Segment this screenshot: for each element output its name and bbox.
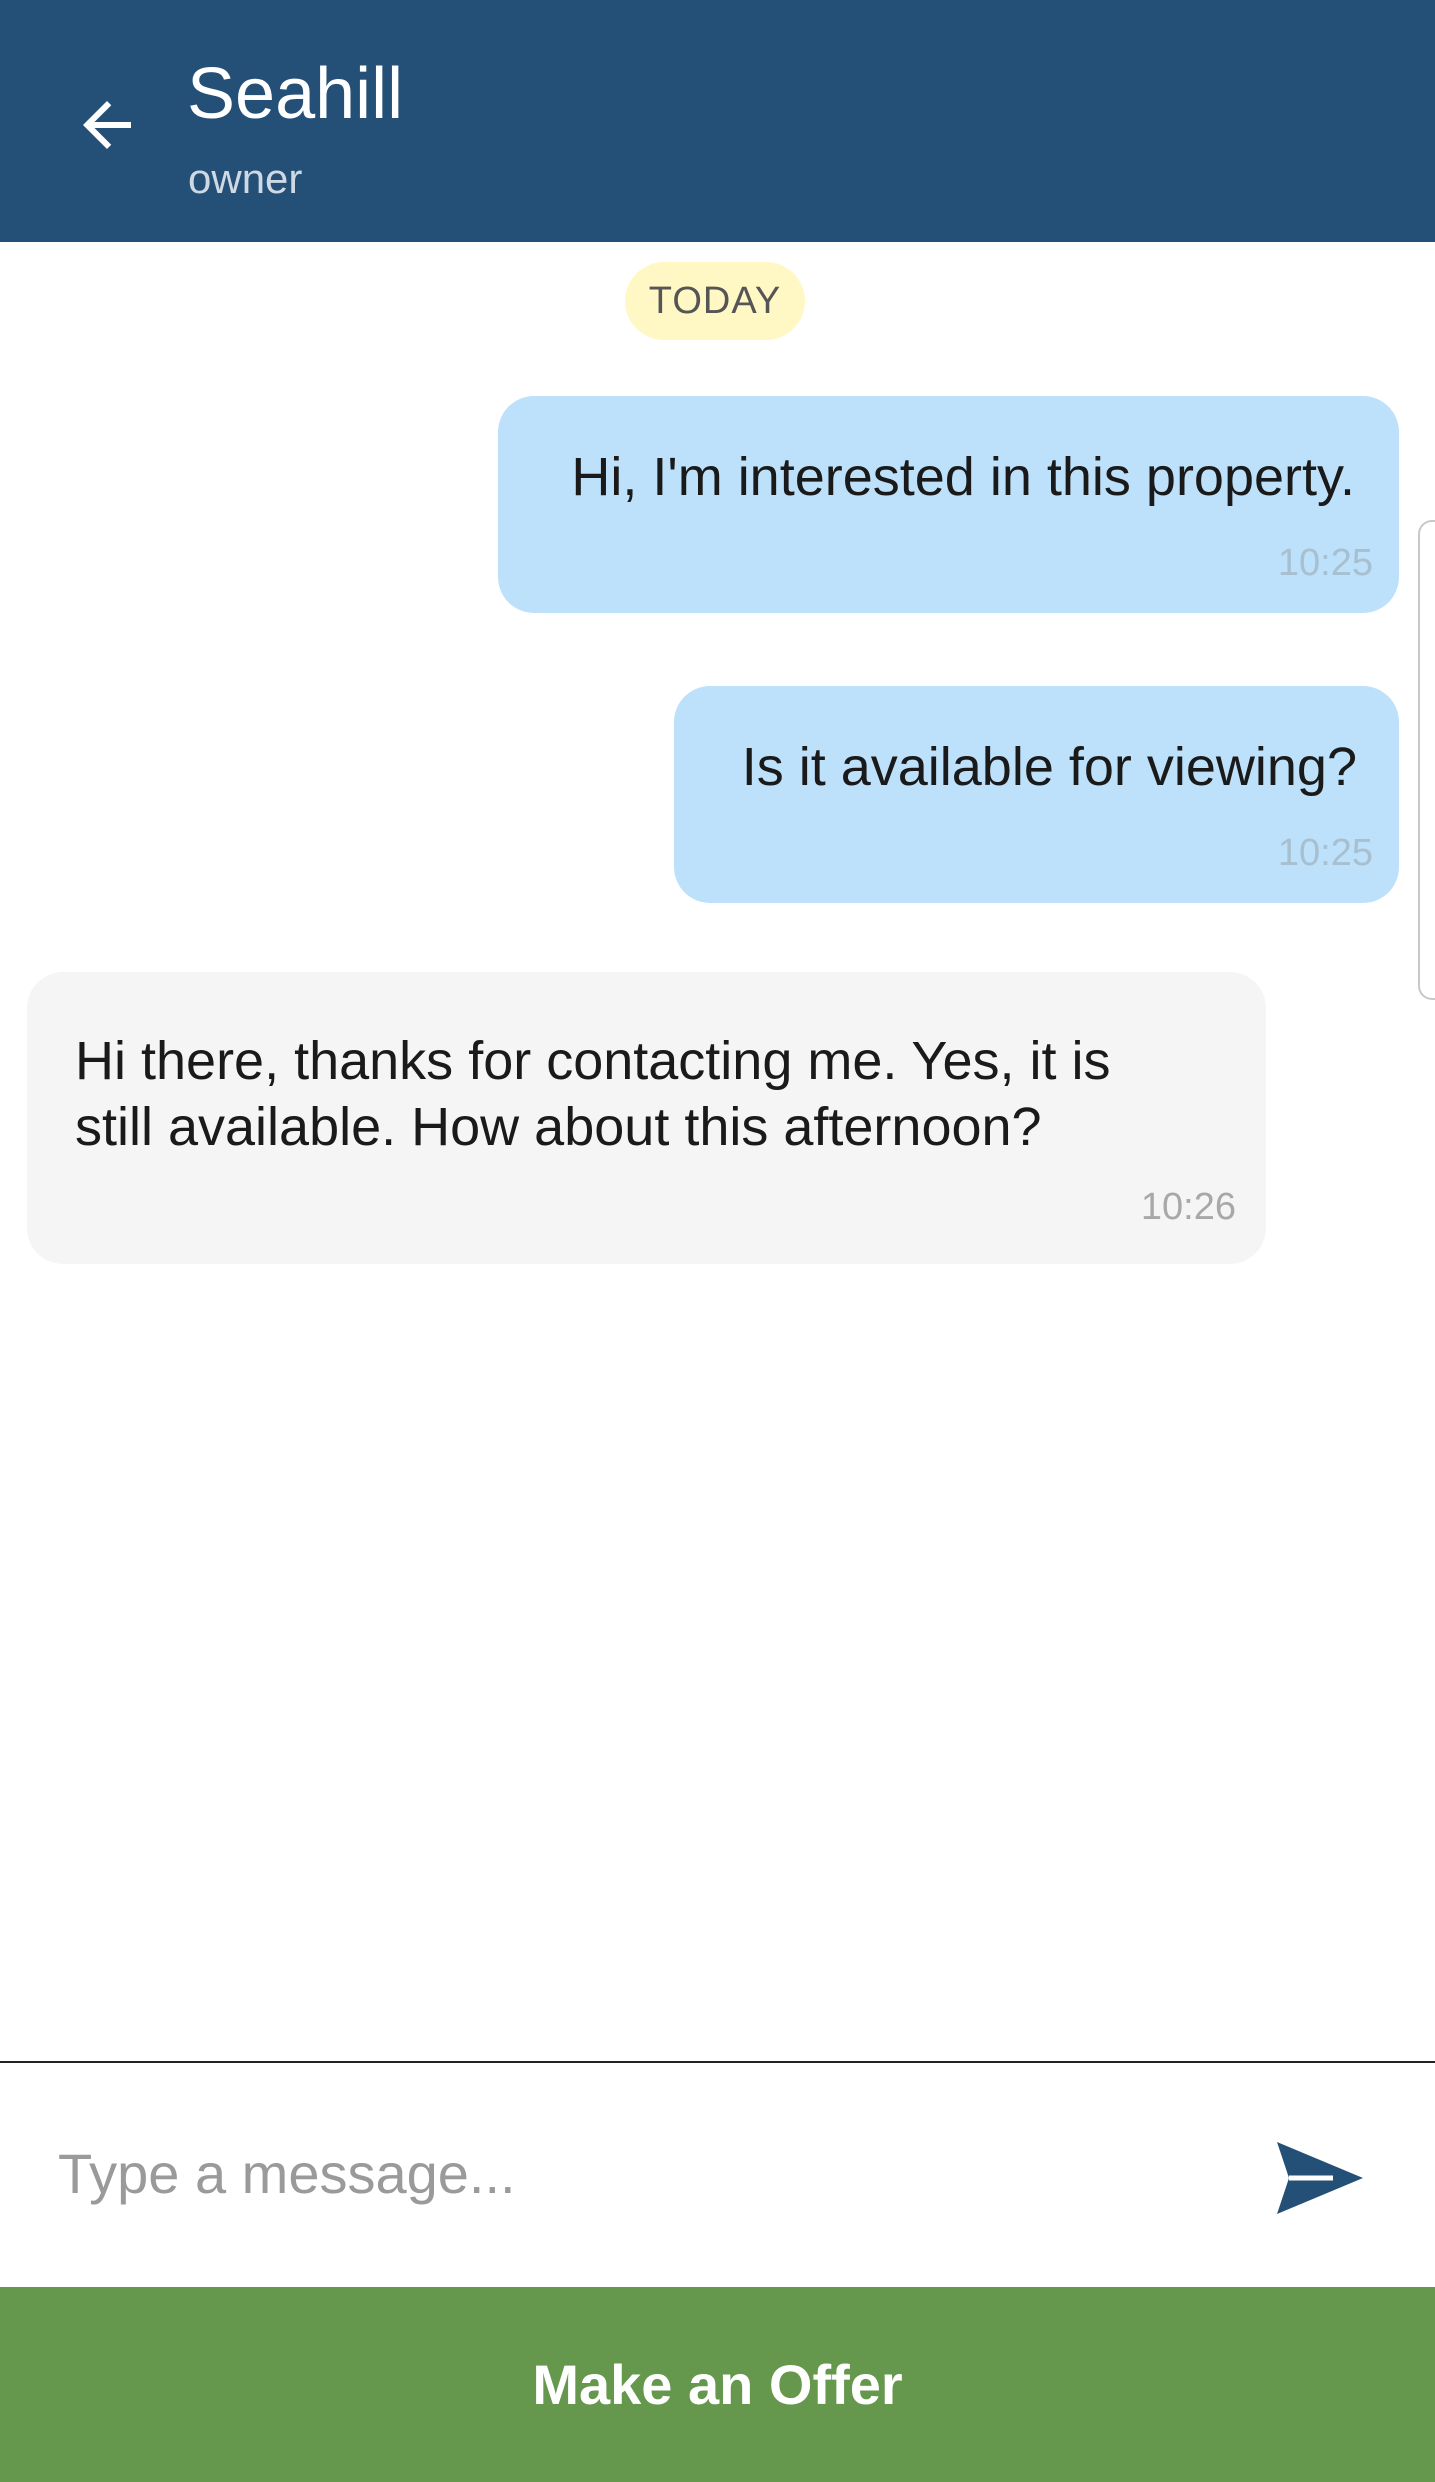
app-bar: Seahill owner — [0, 0, 1435, 242]
message-bubble-outgoing[interactable]: Is it available for viewing? 10:25 — [674, 686, 1399, 903]
scroll-handle[interactable] — [1418, 520, 1435, 1000]
message-bubble-outgoing[interactable]: Hi, I'm interested in this property. 10:… — [498, 396, 1399, 613]
chat-title: Seahill — [187, 54, 404, 134]
arrow-left-icon — [83, 101, 131, 149]
message-input[interactable] — [58, 2123, 1208, 2223]
message-text: Is it available for viewing? — [741, 737, 1357, 797]
make-offer-button[interactable]: Make an Offer — [0, 2287, 1435, 2482]
message-text-line: still available. How about this afternoo… — [75, 1097, 1042, 1157]
message-time: 10:25 — [1277, 832, 1373, 874]
message-composer — [0, 2061, 1435, 2287]
chat-subtitle: owner — [188, 155, 303, 202]
message-text: Hi, I'm interested in this property. — [571, 447, 1355, 507]
message-time: 10:25 — [1277, 542, 1373, 584]
message-bubble-incoming[interactable]: Hi there, thanks for contacting me. Yes,… — [27, 972, 1266, 1264]
back-button[interactable] — [62, 80, 152, 170]
message-text-line: Hi there, thanks for contacting me. Yes,… — [75, 1031, 1111, 1091]
date-separator: TODAY — [625, 262, 805, 340]
message-time: 10:26 — [1140, 1186, 1236, 1228]
send-button[interactable] — [1270, 2133, 1370, 2223]
chat-screen: Seahill owner TODAY Hi, I'm interested i… — [0, 0, 1435, 2482]
send-icon — [1277, 2142, 1363, 2214]
